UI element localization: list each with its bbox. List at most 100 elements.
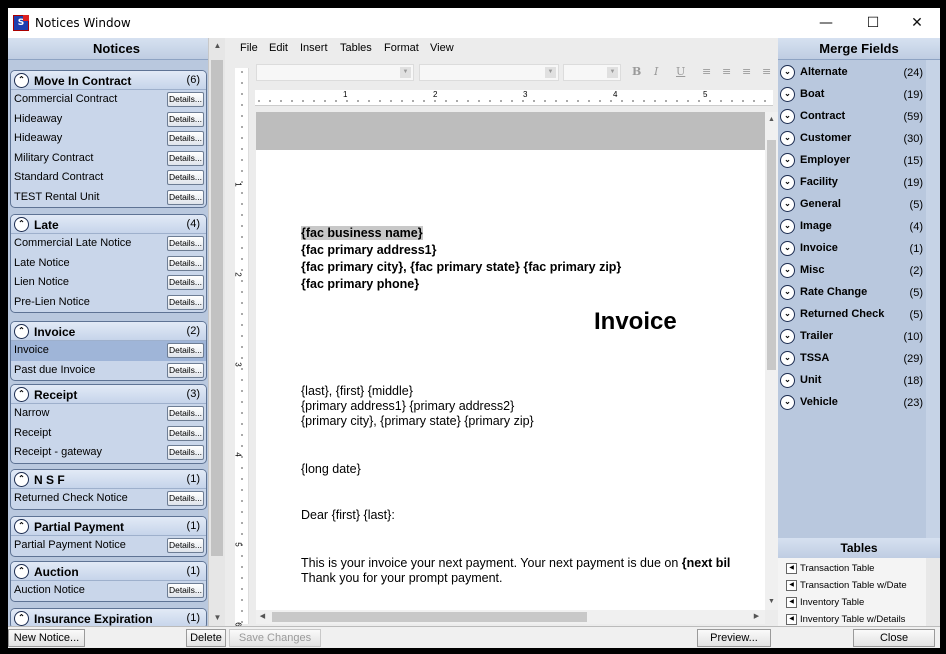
details-button[interactable]: Details... xyxy=(167,294,204,310)
expand-icon[interactable]: ⌄ xyxy=(780,351,795,366)
notice-item[interactable]: Hideaway Details... xyxy=(11,129,206,149)
details-button[interactable]: Details... xyxy=(167,362,204,378)
notice-item[interactable]: Narrow Details... xyxy=(11,404,206,424)
collapse-icon[interactable]: ⌃ xyxy=(14,564,29,579)
minimize-button[interactable]: — xyxy=(803,8,849,38)
notice-item[interactable]: Standard Contract Details... xyxy=(11,168,206,188)
notice-item[interactable]: Military Contract Details... xyxy=(11,149,206,169)
italic-button[interactable]: I xyxy=(654,65,658,78)
notice-item[interactable]: Auction Notice Details... xyxy=(11,581,206,601)
expand-icon[interactable]: ⌄ xyxy=(780,219,795,234)
notice-group-header[interactable]: ⌃ Invoice (2) xyxy=(11,322,206,341)
details-button[interactable]: Details... xyxy=(167,538,204,553)
details-button[interactable]: Details... xyxy=(167,150,204,166)
align-right-icon[interactable]: ≡ xyxy=(742,65,751,78)
notice-group-header[interactable]: ⌃ Move In Contract (6) xyxy=(11,71,206,90)
justify-icon[interactable]: ≡ xyxy=(762,65,771,78)
bold-button[interactable]: B xyxy=(632,65,641,78)
document-page[interactable]: {fac business name} {fac primary address… xyxy=(256,150,765,610)
details-button[interactable]: Details... xyxy=(167,445,204,460)
scroll-thumb[interactable] xyxy=(211,60,223,556)
underline-button[interactable]: U xyxy=(676,65,685,78)
close-window-button[interactable]: ✕ xyxy=(894,8,940,38)
merge-field-group[interactable]: ⌄ Facility (19) xyxy=(780,172,923,194)
expand-icon[interactable]: ⌄ xyxy=(780,197,795,212)
expand-icon[interactable]: ⌄ xyxy=(780,175,795,190)
notice-item[interactable]: Commercial Late Notice Details... xyxy=(11,234,206,254)
notice-group-header[interactable]: ⌃ Auction (1) xyxy=(11,562,206,581)
merge-field-group[interactable]: ⌄ Misc (2) xyxy=(780,260,923,282)
table-list-item[interactable]: ◀ Inventory Table w/Details xyxy=(786,611,905,626)
notice-item[interactable]: Invoice Details... xyxy=(11,341,206,361)
details-button[interactable]: Details... xyxy=(167,491,204,506)
close-button[interactable]: Close xyxy=(853,629,935,647)
insert-arrow-icon[interactable]: ◀ xyxy=(786,579,797,591)
notice-item[interactable]: Lien Notice Details... xyxy=(11,273,206,293)
expand-icon[interactable]: ⌄ xyxy=(780,131,795,146)
preview-button[interactable]: Preview... xyxy=(697,629,771,647)
details-button[interactable]: Details... xyxy=(167,255,204,271)
details-button[interactable]: Details... xyxy=(167,425,204,441)
scroll-down-icon[interactable]: ▼ xyxy=(209,610,225,626)
merge-field-group[interactable]: ⌄ Employer (15) xyxy=(780,150,923,172)
notice-item[interactable]: Receipt - gateway Details... xyxy=(11,443,206,463)
notice-item[interactable]: Returned Check Notice Details... xyxy=(11,489,206,509)
details-button[interactable]: Details... xyxy=(167,92,204,107)
notice-item[interactable]: Receipt Details... xyxy=(11,424,206,444)
align-center-icon[interactable]: ≡ xyxy=(722,65,731,78)
menu-tables[interactable]: Tables xyxy=(340,42,372,54)
merge-field-group[interactable]: ⌄ TSSA (29) xyxy=(780,348,923,370)
notice-group-header[interactable]: ⌃ Late (4) xyxy=(11,215,206,234)
menu-edit[interactable]: Edit xyxy=(269,42,288,54)
expand-icon[interactable]: ⌄ xyxy=(780,263,795,278)
table-list-item[interactable]: ◀ Transaction Table xyxy=(786,560,874,578)
scroll-thumb[interactable] xyxy=(272,612,587,622)
tables-scrollbar[interactable] xyxy=(926,558,940,626)
notice-group-header[interactable]: ⌃ Insurance Expiration (1) xyxy=(11,609,206,626)
notice-item[interactable]: Hideaway Details... xyxy=(11,110,206,130)
new-notice-button[interactable]: New Notice... xyxy=(8,629,85,647)
merge-field-group[interactable]: ⌄ General (5) xyxy=(780,194,923,216)
scroll-up-icon[interactable]: ▲ xyxy=(765,112,778,128)
merge-field-group[interactable]: ⌄ Returned Check (5) xyxy=(780,304,923,326)
merge-field-group[interactable]: ⌄ Invoice (1) xyxy=(780,238,923,260)
expand-icon[interactable]: ⌄ xyxy=(780,65,795,80)
details-button[interactable]: Details... xyxy=(167,236,204,251)
collapse-icon[interactable]: ⌃ xyxy=(14,387,29,402)
notice-item[interactable]: Pre-Lien Notice Details... xyxy=(11,293,206,313)
merge-field-group[interactable]: ⌄ Customer (30) xyxy=(780,128,923,150)
notice-group-header[interactable]: ⌃ Partial Payment (1) xyxy=(11,517,206,536)
scroll-down-icon[interactable]: ▼ xyxy=(765,594,778,610)
insert-arrow-icon[interactable]: ◀ xyxy=(786,596,797,608)
details-button[interactable]: Details... xyxy=(167,131,204,146)
document-vscrollbar[interactable]: ▲ ▼ xyxy=(765,112,778,610)
expand-icon[interactable]: ⌄ xyxy=(780,87,795,102)
notice-item[interactable]: Commercial Contract Details... xyxy=(11,90,206,110)
scroll-left-icon[interactable]: ◀ xyxy=(256,609,269,625)
insert-arrow-icon[interactable]: ◀ xyxy=(786,613,797,625)
collapse-icon[interactable]: ⌃ xyxy=(14,611,29,626)
align-left-icon[interactable]: ≡ xyxy=(702,65,711,78)
maximize-button[interactable]: ☐ xyxy=(850,8,896,38)
details-button[interactable]: Details... xyxy=(167,275,204,290)
scroll-right-icon[interactable]: ▶ xyxy=(750,609,763,625)
expand-icon[interactable]: ⌄ xyxy=(780,109,795,124)
expand-icon[interactable]: ⌄ xyxy=(780,373,795,388)
collapse-icon[interactable]: ⌃ xyxy=(14,519,29,534)
merge-field-group[interactable]: ⌄ Unit (18) xyxy=(780,370,923,392)
expand-icon[interactable]: ⌄ xyxy=(780,285,795,300)
expand-icon[interactable]: ⌄ xyxy=(780,153,795,168)
notice-group-header[interactable]: ⌃ Receipt (3) xyxy=(11,385,206,404)
expand-icon[interactable]: ⌄ xyxy=(780,395,795,410)
merge-field-group[interactable]: ⌄ Vehicle (23) xyxy=(780,392,923,414)
collapse-icon[interactable]: ⌃ xyxy=(14,73,29,88)
details-button[interactable]: Details... xyxy=(167,406,204,421)
merge-field-group[interactable]: ⌄ Alternate (24) xyxy=(780,62,923,84)
notice-group-header[interactable]: ⌃ N S F (1) xyxy=(11,470,206,489)
expand-icon[interactable]: ⌄ xyxy=(780,241,795,256)
table-list-item[interactable]: ◀ Inventory Table xyxy=(786,594,864,612)
save-changes-button[interactable]: Save Changes xyxy=(229,629,321,647)
merge-fields-scrollbar[interactable] xyxy=(926,60,940,544)
notice-item[interactable]: Late Notice Details... xyxy=(11,254,206,274)
merge-field-group[interactable]: ⌄ Boat (19) xyxy=(780,84,923,106)
